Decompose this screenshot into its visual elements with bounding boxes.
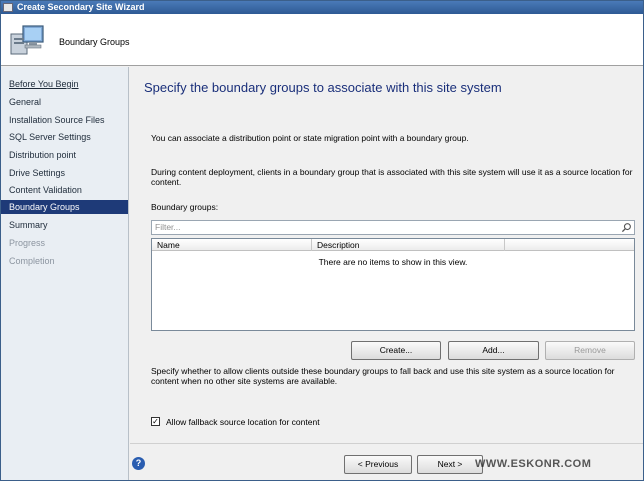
nav-item-boundary-groups[interactable]: Boundary Groups: [1, 200, 128, 214]
wizard-nav: Before You Begin General Installation So…: [1, 67, 129, 480]
next-button[interactable]: Next >: [417, 455, 483, 474]
boundary-groups-label: Boundary groups:: [151, 202, 219, 212]
column-header-name[interactable]: Name: [152, 239, 312, 251]
deployment-note: During content deployment, clients in a …: [151, 167, 633, 187]
nav-item-distribution-point[interactable]: Distribution point: [1, 148, 128, 162]
nav-item-general[interactable]: General: [1, 95, 128, 109]
nav-item-summary[interactable]: Summary: [1, 218, 128, 232]
nav-item-sql-server-settings[interactable]: SQL Server Settings: [1, 130, 128, 144]
create-button[interactable]: Create...: [351, 341, 441, 360]
nav-item-progress: Progress: [9, 238, 46, 248]
app-icon: [3, 3, 13, 12]
nav-item-completion: Completion: [9, 256, 55, 266]
nav-item-content-validation[interactable]: Content Validation: [1, 183, 128, 197]
window-title: Create Secondary Site Wizard: [17, 2, 145, 12]
title-bar[interactable]: Create Secondary Site Wizard: [1, 1, 643, 14]
computer-icon: [10, 25, 44, 55]
nav-item-installation-source-files[interactable]: Installation Source Files: [1, 113, 128, 127]
filter-placeholder: Filter...: [155, 222, 181, 232]
intro-text: You can associate a distribution point o…: [151, 133, 469, 143]
header-title: Boundary Groups: [59, 37, 130, 47]
page-heading: Specify the boundary groups to associate…: [144, 80, 502, 95]
nav-item-drive-settings[interactable]: Drive Settings: [1, 166, 128, 180]
remove-button: Remove: [545, 341, 635, 360]
fallback-checkbox-label[interactable]: Allow fallback source location for conte…: [166, 417, 320, 427]
filter-input[interactable]: Filter...: [151, 220, 635, 235]
add-button[interactable]: Add...: [448, 341, 539, 360]
list-header: Name Description: [152, 239, 634, 251]
fallback-checkbox[interactable]: ✓: [151, 417, 160, 426]
wizard-window: Create Secondary Site Wizard Boundary Gr…: [0, 0, 644, 481]
wizard-header: Boundary Groups: [1, 14, 643, 66]
search-icon[interactable]: [621, 222, 632, 233]
column-header-filler: [505, 239, 634, 251]
watermark: WWW.ESKONR.COM: [475, 458, 592, 470]
help-icon[interactable]: ?: [132, 457, 145, 470]
empty-list-message: There are no items to show in this view.: [318, 257, 468, 267]
boundary-groups-list[interactable]: Name Description There are no items to s…: [151, 238, 635, 331]
previous-button[interactable]: < Previous: [344, 455, 412, 474]
fallback-note: Specify whether to allow clients outside…: [151, 366, 615, 386]
nav-item-before-you-begin[interactable]: Before You Begin: [1, 77, 128, 91]
column-header-description[interactable]: Description: [312, 239, 505, 251]
